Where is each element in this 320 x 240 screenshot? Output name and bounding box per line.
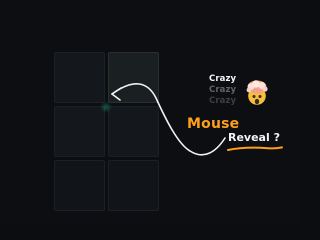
headline-reveal: Reveal ? <box>228 131 280 144</box>
crazy-line-2: Crazy <box>209 85 237 95</box>
thumbnail-canvas: Crazy Crazy Crazy Mouse Reveal ? <box>0 0 300 225</box>
crazy-line-1: Crazy <box>209 74 237 84</box>
crazy-line-3: Crazy <box>209 96 237 106</box>
headline-mouse: Mouse <box>187 116 240 132</box>
grid-tile-top-left <box>54 52 105 103</box>
exploding-head-emoji-icon <box>246 80 268 105</box>
grid-tile-middle-left <box>54 106 105 157</box>
grid-tile-bottom-right <box>108 160 159 211</box>
crazy-text-stack: Crazy Crazy Crazy <box>209 74 249 107</box>
orange-underline <box>227 146 283 151</box>
grid-tile-bottom-left <box>54 160 105 211</box>
